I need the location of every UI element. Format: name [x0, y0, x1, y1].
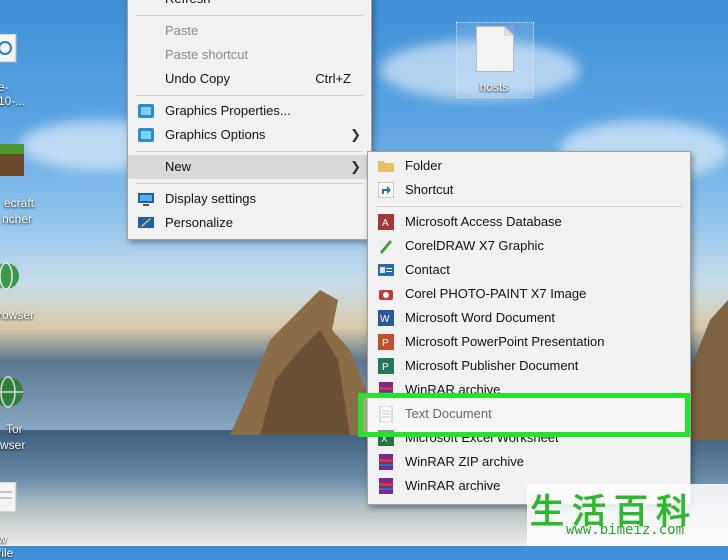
- contact-icon: [378, 264, 394, 276]
- svg-text:P: P: [382, 362, 389, 373]
- svg-text:A: A: [382, 218, 389, 229]
- menu-item-personalize[interactable]: Personalize: [128, 211, 371, 235]
- menu-separator: [136, 95, 363, 96]
- svg-text:W: W: [380, 314, 390, 325]
- graphics-icon: [138, 104, 154, 118]
- file-icon: [0, 482, 17, 513]
- menu-separator: [376, 206, 682, 207]
- graphics-icon: [138, 128, 154, 142]
- menu-item-graphics-options[interactable]: Graphics Options ❯: [128, 123, 371, 147]
- desktop-icon-label: rowser: [0, 308, 35, 322]
- text-document-highlight-box: [358, 393, 690, 437]
- display-icon: [138, 193, 154, 206]
- file-icon: [476, 26, 514, 72]
- menu-separator: [136, 15, 363, 16]
- desktop-context-menu: Refresh Paste Paste shortcut Undo Copy C…: [127, 0, 372, 240]
- desktop-icon-label: w file: [0, 532, 14, 560]
- submenu-item-coreldraw[interactable]: CorelDRAW X7 Graphic: [368, 234, 690, 258]
- folder-icon: [378, 161, 394, 172]
- desktop-icon-label: ncher: [2, 212, 33, 226]
- submenu-item-publisher[interactable]: P Microsoft Publisher Document: [368, 354, 690, 378]
- shortcut-icon: [378, 182, 394, 198]
- submenu-item-access-database[interactable]: A Microsoft Access Database: [368, 210, 690, 234]
- menu-item-refresh[interactable]: Refresh: [128, 0, 371, 11]
- publisher-icon: P: [378, 358, 394, 374]
- menu-item-undo-copy[interactable]: Undo Copy Ctrl+Z: [128, 67, 371, 91]
- submenu-item-shortcut[interactable]: Shortcut: [368, 178, 690, 202]
- coreldraw-icon: [380, 240, 392, 254]
- tor-globe-icon: [0, 376, 23, 408]
- personalize-icon: [138, 217, 154, 228]
- desktop-icon-label: wser: [0, 438, 26, 452]
- camera-icon: [379, 290, 393, 300]
- submenu-item-folder[interactable]: Folder: [368, 154, 690, 178]
- menu-item-new[interactable]: New ❯: [128, 155, 371, 179]
- powerpoint-icon: P: [378, 334, 394, 350]
- submenu-item-contact[interactable]: Contact: [368, 258, 690, 282]
- new-submenu: Folder Shortcut A Microsoft Access Datab…: [367, 151, 691, 505]
- submenu-item-winrar-zip[interactable]: WinRAR ZIP archive: [368, 450, 690, 474]
- minecraft-icon: [0, 144, 24, 176]
- menu-item-graphics-properties[interactable]: Graphics Properties...: [128, 99, 371, 123]
- access-icon: A: [378, 214, 394, 230]
- svg-text:P: P: [382, 338, 389, 349]
- hosts-icon-label: hosts: [479, 80, 509, 94]
- word-icon: W: [378, 310, 394, 326]
- desktop-icon-label: Tor: [6, 422, 23, 436]
- winrar-icon: [379, 478, 393, 494]
- chevron-right-icon: ❯: [350, 127, 361, 142]
- desktop-icon-label: e-10-...: [0, 80, 26, 108]
- chevron-right-icon: ❯: [350, 159, 361, 174]
- watermark-url: www.bimeiz.com: [566, 522, 685, 538]
- shortcut-label: Ctrl+Z: [315, 71, 351, 86]
- submenu-item-powerpoint[interactable]: P Microsoft PowerPoint Presentation: [368, 330, 690, 354]
- menu-item-paste[interactable]: Paste: [128, 19, 371, 43]
- submenu-item-word-document[interactable]: W Microsoft Word Document: [368, 306, 690, 330]
- app-icon: [0, 34, 17, 63]
- submenu-item-photo-paint[interactable]: Corel PHOTO-PAINT X7 Image: [368, 282, 690, 306]
- menu-item-display-settings[interactable]: Display settings: [128, 187, 371, 211]
- globe-icon: [0, 262, 19, 290]
- menu-item-paste-shortcut[interactable]: Paste shortcut: [128, 43, 371, 67]
- menu-separator: [136, 151, 363, 152]
- desktop-icon-label: ecraft: [4, 196, 35, 210]
- winrar-icon: [379, 454, 393, 470]
- menu-separator: [136, 183, 363, 184]
